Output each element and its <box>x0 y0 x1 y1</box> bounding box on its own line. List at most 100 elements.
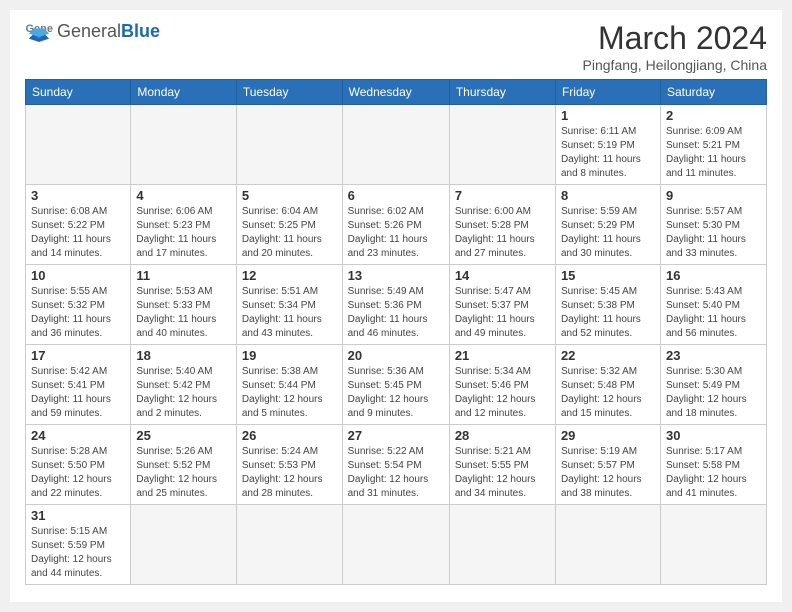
calendar-page: General GeneralBlue March 2024 Pingfang,… <box>10 10 782 602</box>
calendar-week-row: 17 Sunrise: 5:42 AM Sunset: 5:41 PM Dayli… <box>26 345 767 425</box>
table-row: 4 Sunrise: 6:06 AM Sunset: 5:23 PM Daylig… <box>131 185 237 265</box>
table-row <box>131 505 237 585</box>
day-number: 15 <box>561 268 655 283</box>
day-info: Sunrise: 5:55 AM Sunset: 5:32 PM Dayligh… <box>31 285 125 341</box>
table-row: 20 Sunrise: 5:36 AM Sunset: 5:45 PM Dayli… <box>342 345 449 425</box>
day-number: 22 <box>561 348 655 363</box>
day-info: Sunrise: 5:43 AM Sunset: 5:40 PM Dayligh… <box>666 285 761 341</box>
day-info: Sunrise: 6:09 AM Sunset: 5:21 PM Dayligh… <box>666 125 761 181</box>
day-number: 27 <box>348 428 444 443</box>
day-number: 1 <box>561 108 655 123</box>
table-row: 12 Sunrise: 5:51 AM Sunset: 5:34 PM Dayli… <box>236 265 342 345</box>
table-row <box>661 505 767 585</box>
day-info: Sunrise: 5:47 AM Sunset: 5:37 PM Dayligh… <box>455 285 550 341</box>
day-number: 24 <box>31 428 125 443</box>
day-number: 5 <box>242 188 337 203</box>
table-row: 31 Sunrise: 5:15 AM Sunset: 5:59 PM Dayli… <box>26 505 131 585</box>
col-saturday: Saturday <box>661 80 767 105</box>
table-row <box>131 105 237 185</box>
table-row: 23Sunrise: 5:30 AM Sunset: 5:49 PM Dayli… <box>661 345 767 425</box>
calendar-week-row: 1Sunrise: 6:11 AM Sunset: 5:19 PM Daylig… <box>26 105 767 185</box>
calendar-week-row: 3 Sunrise: 6:08 AM Sunset: 5:22 PM Daylig… <box>26 185 767 265</box>
day-number: 30 <box>666 428 761 443</box>
table-row: 21 Sunrise: 5:34 AM Sunset: 5:46 PM Dayli… <box>449 345 555 425</box>
col-friday: Friday <box>555 80 660 105</box>
day-info: Sunrise: 6:02 AM Sunset: 5:26 PM Dayligh… <box>348 205 444 261</box>
table-row: 22Sunrise: 5:32 AM Sunset: 5:48 PM Dayli… <box>555 345 660 425</box>
day-number: 11 <box>136 268 231 283</box>
table-row: 11Sunrise: 5:53 AM Sunset: 5:33 PM Dayli… <box>131 265 237 345</box>
day-number: 29 <box>561 428 655 443</box>
day-info: Sunrise: 6:00 AM Sunset: 5:28 PM Dayligh… <box>455 205 550 261</box>
day-number: 21 <box>455 348 550 363</box>
day-number: 6 <box>348 188 444 203</box>
table-row: 28Sunrise: 5:21 AM Sunset: 5:55 PM Dayli… <box>449 425 555 505</box>
day-info: Sunrise: 5:19 AM Sunset: 5:57 PM Dayligh… <box>561 445 655 501</box>
day-info: Sunrise: 5:36 AM Sunset: 5:45 PM Dayligh… <box>348 365 444 421</box>
col-sunday: Sunday <box>26 80 131 105</box>
day-info: Sunrise: 5:24 AM Sunset: 5:53 PM Dayligh… <box>242 445 337 501</box>
table-row: 3 Sunrise: 6:08 AM Sunset: 5:22 PM Daylig… <box>26 185 131 265</box>
col-monday: Monday <box>131 80 237 105</box>
table-row: 17 Sunrise: 5:42 AM Sunset: 5:41 PM Dayli… <box>26 345 131 425</box>
day-number: 17 <box>31 348 125 363</box>
day-info: Sunrise: 6:06 AM Sunset: 5:23 PM Dayligh… <box>136 205 231 261</box>
day-info: Sunrise: 5:22 AM Sunset: 5:54 PM Dayligh… <box>348 445 444 501</box>
table-row: 24 Sunrise: 5:28 AM Sunset: 5:50 PM Dayli… <box>26 425 131 505</box>
col-wednesday: Wednesday <box>342 80 449 105</box>
table-row: 25 Sunrise: 5:26 AM Sunset: 5:52 PM Dayli… <box>131 425 237 505</box>
day-number: 8 <box>561 188 655 203</box>
table-row <box>342 505 449 585</box>
day-info: Sunrise: 5:15 AM Sunset: 5:59 PM Dayligh… <box>31 525 125 581</box>
table-row: 16Sunrise: 5:43 AM Sunset: 5:40 PM Dayli… <box>661 265 767 345</box>
table-row <box>449 105 555 185</box>
day-number: 14 <box>455 268 550 283</box>
day-info: Sunrise: 6:08 AM Sunset: 5:22 PM Dayligh… <box>31 205 125 261</box>
table-row: 13Sunrise: 5:49 AM Sunset: 5:36 PM Dayli… <box>342 265 449 345</box>
day-info: Sunrise: 5:59 AM Sunset: 5:29 PM Dayligh… <box>561 205 655 261</box>
day-info: Sunrise: 5:26 AM Sunset: 5:52 PM Dayligh… <box>136 445 231 501</box>
day-number: 23 <box>666 348 761 363</box>
calendar-header-row: Sunday Monday Tuesday Wednesday Thursday… <box>26 80 767 105</box>
title-area: March 2024 Pingfang, Heilongjiang, China <box>583 20 767 73</box>
day-info: Sunrise: 5:51 AM Sunset: 5:34 PM Dayligh… <box>242 285 337 341</box>
col-thursday: Thursday <box>449 80 555 105</box>
day-number: 20 <box>348 348 444 363</box>
table-row: 6 Sunrise: 6:02 AM Sunset: 5:26 PM Daylig… <box>342 185 449 265</box>
day-info: Sunrise: 5:42 AM Sunset: 5:41 PM Dayligh… <box>31 365 125 421</box>
day-info: Sunrise: 5:34 AM Sunset: 5:46 PM Dayligh… <box>455 365 550 421</box>
table-row: 29 Sunrise: 5:19 AM Sunset: 5:57 PM Dayli… <box>555 425 660 505</box>
table-row: 1Sunrise: 6:11 AM Sunset: 5:19 PM Daylig… <box>555 105 660 185</box>
table-row: 30Sunrise: 5:17 AM Sunset: 5:58 PM Dayli… <box>661 425 767 505</box>
logo-blue-text: Blue <box>121 21 160 41</box>
table-row: 18Sunrise: 5:40 AM Sunset: 5:42 PM Dayli… <box>131 345 237 425</box>
day-number: 31 <box>31 508 125 523</box>
table-row: 26Sunrise: 5:24 AM Sunset: 5:53 PM Dayli… <box>236 425 342 505</box>
day-number: 2 <box>666 108 761 123</box>
header-area: General GeneralBlue March 2024 Pingfang,… <box>25 20 767 73</box>
day-number: 25 <box>136 428 231 443</box>
col-tuesday: Tuesday <box>236 80 342 105</box>
day-number: 4 <box>136 188 231 203</box>
table-row: 5Sunrise: 6:04 AM Sunset: 5:25 PM Daylig… <box>236 185 342 265</box>
day-number: 28 <box>455 428 550 443</box>
calendar-title: March 2024 <box>583 20 767 57</box>
table-row: 15 Sunrise: 5:45 AM Sunset: 5:38 PM Dayli… <box>555 265 660 345</box>
calendar-week-row: 10Sunrise: 5:55 AM Sunset: 5:32 PM Dayli… <box>26 265 767 345</box>
table-row <box>26 105 131 185</box>
day-info: Sunrise: 5:57 AM Sunset: 5:30 PM Dayligh… <box>666 205 761 261</box>
day-info: Sunrise: 5:28 AM Sunset: 5:50 PM Dayligh… <box>31 445 125 501</box>
table-row: 14 Sunrise: 5:47 AM Sunset: 5:37 PM Dayli… <box>449 265 555 345</box>
day-number: 3 <box>31 188 125 203</box>
table-row <box>236 105 342 185</box>
table-row: 2 Sunrise: 6:09 AM Sunset: 5:21 PM Daylig… <box>661 105 767 185</box>
table-row: 27 Sunrise: 5:22 AM Sunset: 5:54 PM Dayli… <box>342 425 449 505</box>
table-row: 19Sunrise: 5:38 AM Sunset: 5:44 PM Dayli… <box>236 345 342 425</box>
calendar-week-row: 24 Sunrise: 5:28 AM Sunset: 5:50 PM Dayli… <box>26 425 767 505</box>
day-number: 9 <box>666 188 761 203</box>
table-row: 10Sunrise: 5:55 AM Sunset: 5:32 PM Dayli… <box>26 265 131 345</box>
table-row <box>236 505 342 585</box>
table-row <box>555 505 660 585</box>
day-number: 12 <box>242 268 337 283</box>
day-info: Sunrise: 5:45 AM Sunset: 5:38 PM Dayligh… <box>561 285 655 341</box>
